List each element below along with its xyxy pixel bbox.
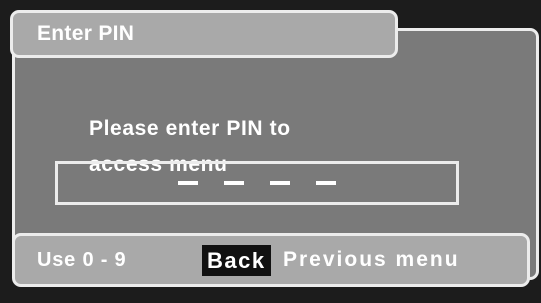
- back-key-button[interactable]: Back: [202, 245, 271, 276]
- pin-digit-slot-1: [178, 181, 198, 185]
- dialog-title: Enter PIN: [37, 22, 135, 45]
- footer-help-bar: Use 0 - 9 Back Previous menu: [12, 233, 530, 287]
- dialog-title-bar: Enter PIN: [10, 10, 398, 58]
- pin-entry-screen: Please enter PIN to access menu Enter PI…: [0, 0, 541, 303]
- pin-digit-slot-2: [224, 181, 244, 185]
- pin-digit-slot-3: [270, 181, 290, 185]
- pin-input-field[interactable]: [55, 161, 459, 205]
- digit-range-hint: Use 0 - 9: [37, 249, 127, 271]
- back-key-description: Previous menu: [283, 248, 460, 271]
- pin-digit-slot-4: [316, 181, 336, 185]
- message-line-1: Please enter PIN to: [89, 117, 291, 140]
